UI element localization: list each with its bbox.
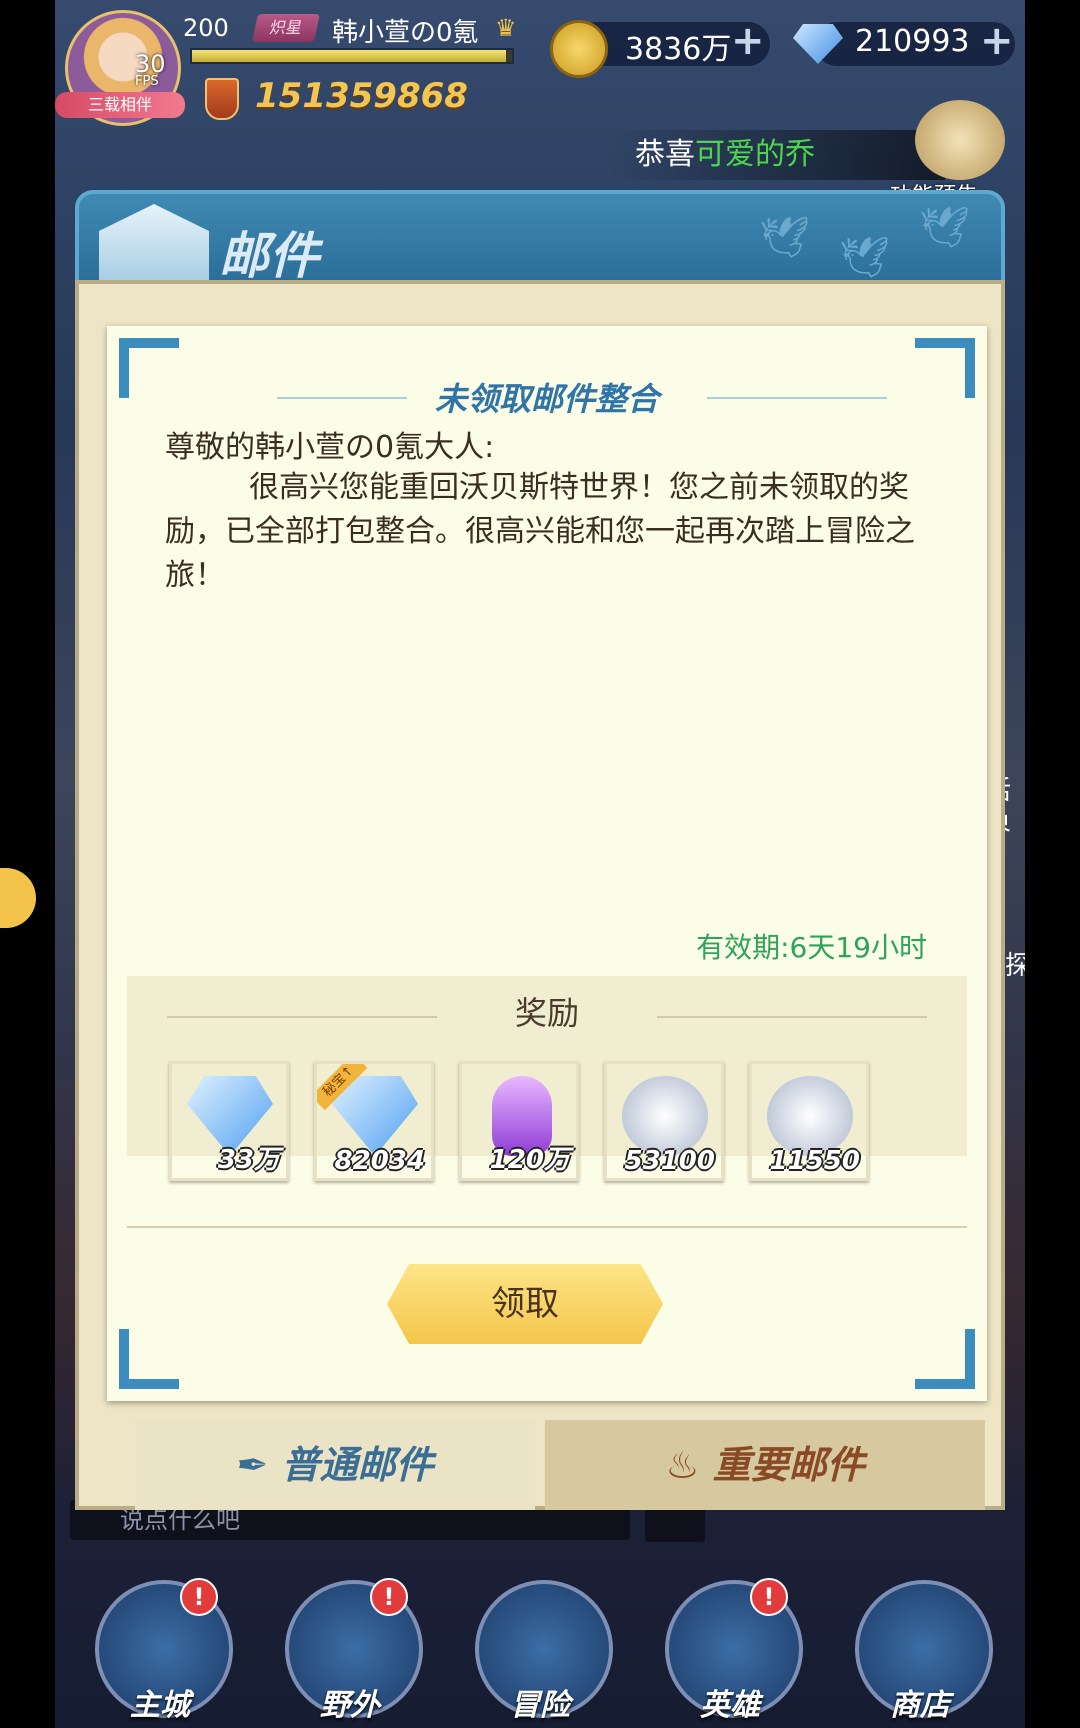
combat-power: 151359868 — [255, 76, 468, 116]
exp-bar — [190, 48, 514, 64]
alert-badge: ! — [370, 1578, 408, 1616]
bird-icon: 🕊 — [919, 205, 970, 251]
nav-wild[interactable]: ! 野外 — [270, 1560, 430, 1728]
scroll-icon[interactable] — [915, 100, 1005, 180]
reward-count: 11550 — [769, 1146, 860, 1176]
claim-button[interactable]: 领取 — [387, 1264, 663, 1344]
shield-icon — [205, 78, 239, 120]
nav-adventure[interactable]: 冒险 — [460, 1560, 620, 1728]
bird-icon: 🕊 — [839, 235, 890, 281]
reward-title: 奖励 — [514, 994, 579, 1032]
reward-item[interactable]: 53100 — [604, 1061, 724, 1181]
bird-icon: 🕊 — [759, 215, 810, 261]
tab-important-mail-label: 重要邮件 — [712, 1443, 865, 1487]
tab-normal-mail[interactable]: ✒ 普通邮件 — [135, 1420, 535, 1510]
reward-count: 53100 — [624, 1146, 715, 1176]
claim-divider — [127, 1226, 967, 1228]
fps-counter: 30 FPS — [135, 50, 166, 89]
nav-label: 英雄 — [700, 1688, 760, 1723]
mail-greeting: 尊敬的韩小萱の0氪大人: — [165, 430, 495, 465]
mail-body: 很高兴您能重回沃贝斯特世界！您之前未领取的奖励，已全部打包整合。很高兴能和您一起… — [165, 470, 915, 593]
game-scene: 30 FPS 三载相伴 200 炽星 韩小萱の0氪 ♛ 151359868 383… — [55, 0, 1025, 1728]
nav-label: 商店 — [890, 1688, 950, 1723]
player-level: 200 — [183, 14, 229, 42]
mail-subject: 未领取邮件整合 — [434, 380, 659, 418]
balloon-icon: ♨ — [665, 1443, 713, 1487]
tab-important-mail[interactable]: ♨ 重要邮件 — [545, 1420, 985, 1510]
sword-badge-icon — [767, 1076, 853, 1156]
crown-icon: ♛ — [495, 14, 517, 42]
mail-content-paper: 未领取邮件整合 尊敬的韩小萱の0氪大人: 很高兴您能重回沃贝斯特世界！您之前未领… — [107, 326, 987, 1401]
nav-hero[interactable]: ! 英雄 — [650, 1560, 810, 1728]
reward-item[interactable]: 秘宝↑ 82034 — [314, 1061, 434, 1181]
reward-count: 120万 — [489, 1145, 570, 1175]
sword-medal-icon — [622, 1076, 708, 1156]
corner-ornament — [915, 1329, 975, 1389]
gold-amount: 3836万 — [625, 32, 732, 67]
alert-badge: ! — [180, 1578, 218, 1616]
alert-badge: ! — [750, 1578, 788, 1616]
nav-label: 冒险 — [510, 1688, 570, 1723]
gold-coin-icon — [550, 20, 608, 78]
mail-dialog-header: 邮件 🕊 🕊 🕊 — [75, 190, 1005, 294]
vip-badge[interactable]: 炽星 — [252, 14, 320, 42]
mail-validity: 有效期:6天19小时 — [696, 931, 927, 964]
corner-ornament — [119, 1329, 179, 1389]
nav-shop[interactable]: 商店 — [840, 1560, 1000, 1728]
reward-count: 82034 — [334, 1146, 425, 1176]
exp-bar-fill — [192, 50, 506, 62]
add-gold-button[interactable]: + — [731, 18, 765, 64]
diamond-amount: 210993 — [855, 24, 970, 59]
reward-count: 33万 — [217, 1145, 280, 1175]
reward-item[interactable]: 11550 — [749, 1061, 869, 1181]
player-name: 韩小萱の0氪 — [332, 18, 479, 48]
dialog-title: 邮件 — [219, 227, 319, 285]
bottom-nav: ! 主城 ! 野外 冒险 ! 英雄 商店 — [55, 1560, 1025, 1728]
feather-icon: ✒ — [236, 1443, 282, 1487]
nav-label: 野外 — [320, 1688, 380, 1723]
add-diamond-button[interactable]: + — [980, 18, 1014, 64]
nav-label: 主城 — [130, 1688, 190, 1723]
top-bar: 30 FPS 三载相伴 200 炽星 韩小萱の0氪 ♛ 151359868 383… — [55, 0, 1025, 130]
avatar-tag: 三载相伴 — [55, 92, 185, 118]
side-label-2: 探 — [1005, 951, 1025, 981]
nav-main-city[interactable]: ! 主城 — [80, 1560, 240, 1728]
reward-item[interactable]: 120万 — [459, 1061, 579, 1181]
mail-tabs: ✒ 普通邮件 ♨ 重要邮件 — [135, 1420, 995, 1510]
marquee-highlight: 可爱的乔 — [695, 137, 815, 172]
reward-item[interactable]: 33万 — [169, 1061, 289, 1181]
assistant-float-button[interactable] — [0, 868, 36, 928]
tab-normal-mail-label: 普通邮件 — [281, 1443, 434, 1487]
marquee-prefix: 恭喜 — [635, 137, 695, 172]
